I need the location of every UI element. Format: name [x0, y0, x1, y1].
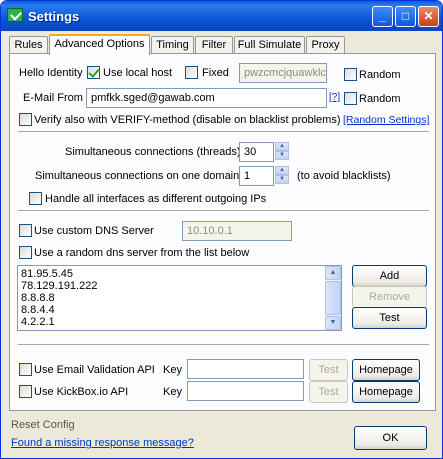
domain-connections-field[interactable]: 1: [239, 166, 274, 186]
scroll-up-icon[interactable]: ▲: [325, 266, 341, 280]
list-item[interactable]: 8.8.8.8: [21, 292, 55, 304]
email-validation-key-field[interactable]: [187, 359, 304, 379]
email-from-field[interactable]: pmfkk.sged@gawab.com: [86, 88, 327, 108]
fixed-label[interactable]: Fixed: [202, 67, 229, 79]
threads-stepper[interactable]: ▲ ▼: [275, 142, 289, 162]
kickbox-test-button[interactable]: Test: [309, 381, 348, 403]
use-local-host-checkbox[interactable]: [87, 66, 100, 79]
blacklist-hint: (to avoid blacklists): [297, 170, 391, 182]
tab-full-simulate[interactable]: Full Simulate: [234, 36, 305, 54]
kickbox-homepage-button[interactable]: Homepage: [352, 381, 420, 403]
settings-window: Settings _ □ ✕ Rules Advanced Options Ti…: [0, 0, 443, 459]
email-validation-api-label[interactable]: Use Email Validation API: [34, 364, 155, 376]
stepper-up-icon[interactable]: ▲: [275, 142, 289, 151]
random-settings-link[interactable]: [Random Settings]: [343, 114, 429, 126]
stepper-up-icon[interactable]: ▲: [275, 166, 289, 175]
maximize-button[interactable]: □: [395, 6, 416, 27]
custom-dns-checkbox[interactable]: [19, 224, 32, 237]
list-item[interactable]: 8.8.4.4: [21, 304, 55, 316]
divider: [18, 210, 429, 212]
scroll-thumb[interactable]: [325, 281, 341, 315]
divider: [18, 131, 429, 133]
tab-proxy[interactable]: Proxy: [306, 36, 345, 54]
hello-identity-label: Hello Identity: [19, 67, 83, 79]
missing-response-link[interactable]: Found a missing response message?: [11, 437, 194, 449]
window-title: Settings: [28, 9, 80, 24]
random-email-checkbox[interactable]: [344, 92, 357, 105]
threads-field[interactable]: 30: [239, 142, 274, 162]
email-validation-api-checkbox[interactable]: [19, 363, 32, 376]
verify-method-checkbox[interactable]: [19, 113, 32, 126]
stepper-down-icon[interactable]: ▼: [275, 175, 289, 184]
domain-connections-label: Simultaneous connections on one domain: [35, 170, 240, 182]
custom-dns-label[interactable]: Use custom DNS Server: [34, 225, 154, 237]
email-validation-test-button[interactable]: Test: [309, 359, 348, 381]
kickbox-api-checkbox[interactable]: [19, 385, 32, 398]
kickbox-key-field[interactable]: [187, 381, 304, 401]
random-dns-checkbox[interactable]: [19, 246, 32, 259]
random-dns-label[interactable]: Use a random dns server from the list be…: [34, 247, 249, 259]
reset-config-link[interactable]: Reset Config: [11, 419, 75, 431]
add-dns-button[interactable]: Add: [352, 265, 427, 287]
title-bar[interactable]: Settings _ □ ✕: [1, 1, 442, 31]
email-help-link[interactable]: [?]: [329, 92, 340, 103]
threads-label: Simultaneous connections (threads): [65, 146, 241, 158]
advanced-options-panel: Hello Identity Use local host Fixed pwzc…: [9, 53, 436, 411]
scroll-down-icon[interactable]: ▼: [325, 316, 341, 330]
use-local-host-label[interactable]: Use local host: [103, 67, 172, 79]
email-validation-homepage-button[interactable]: Homepage: [352, 359, 420, 381]
tab-rules[interactable]: Rules: [9, 36, 48, 54]
list-scrollbar[interactable]: ▲ ▼: [325, 266, 341, 330]
tab-filter[interactable]: Filter: [195, 36, 233, 54]
minimize-button[interactable]: _: [372, 6, 393, 27]
handle-interfaces-label[interactable]: Handle all interfaces as different outgo…: [45, 193, 266, 205]
email-from-label: E-Mail From: [23, 92, 83, 104]
custom-dns-field[interactable]: 10.10.0.1: [182, 221, 292, 241]
kickbox-api-label[interactable]: Use KickBox.io API: [34, 386, 128, 398]
random-identity-label[interactable]: Random: [359, 69, 401, 81]
test-dns-button[interactable]: Test: [352, 307, 427, 329]
fixed-checkbox[interactable]: [185, 66, 198, 79]
domain-connections-stepper[interactable]: ▲ ▼: [275, 166, 289, 186]
tab-advanced-options[interactable]: Advanced Options: [49, 34, 150, 55]
stepper-down-icon[interactable]: ▼: [275, 151, 289, 160]
app-icon: [7, 8, 23, 22]
tab-timing[interactable]: Timing: [151, 36, 194, 54]
remove-dns-button[interactable]: Remove: [352, 286, 427, 308]
random-email-label[interactable]: Random: [359, 93, 401, 105]
fixed-hostname-field[interactable]: pwzcmcjquawklc: [239, 63, 327, 83]
handle-interfaces-checkbox[interactable]: [29, 192, 42, 205]
list-item[interactable]: 81.95.5.45: [21, 268, 73, 280]
kickbox-key-label: Key: [163, 386, 182, 398]
list-item[interactable]: 78.129.191.222: [21, 280, 97, 292]
dns-server-list[interactable]: 81.95.5.45 78.129.191.222 8.8.8.8 8.8.4.…: [17, 265, 342, 331]
close-button[interactable]: ✕: [418, 6, 439, 27]
list-item[interactable]: 4.2.2.1: [21, 316, 55, 328]
random-identity-checkbox[interactable]: [344, 68, 357, 81]
divider: [18, 344, 429, 346]
verify-method-label[interactable]: Verify also with VERIFY-method (disable …: [34, 114, 341, 126]
email-validation-key-label: Key: [163, 364, 182, 376]
ok-button[interactable]: OK: [354, 426, 427, 450]
